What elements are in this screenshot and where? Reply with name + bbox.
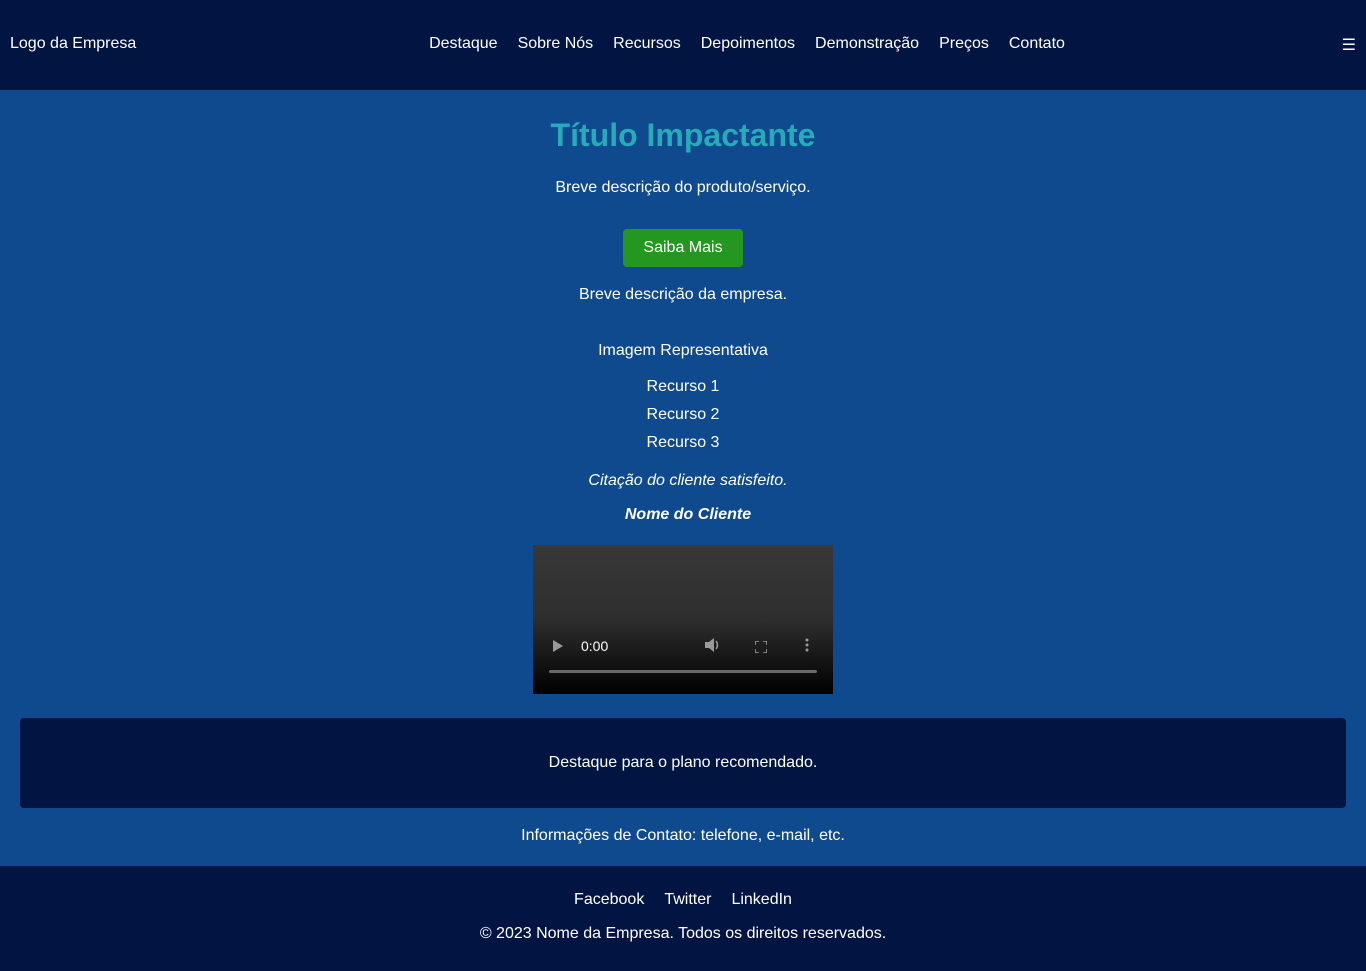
- nav-link-precos[interactable]: Preços: [939, 34, 989, 54]
- feature-item: Recurso 2: [646, 406, 720, 423]
- main-nav: Destaque Sobre Nós Recursos Depoimentos …: [0, 34, 1366, 54]
- contact-info: Informações de Contato: telefone, e-mail…: [521, 827, 845, 844]
- feature-item: Recurso 1: [646, 378, 720, 395]
- main-content: Título Impactante Breve descrição do pro…: [0, 90, 1366, 866]
- nav-link-sobre-nos[interactable]: Sobre Nós: [518, 34, 594, 54]
- demo-video-player[interactable]: 0:00: [533, 545, 833, 694]
- facebook-link[interactable]: Facebook: [574, 890, 644, 910]
- social-links: Facebook Twitter LinkedIn: [0, 890, 1366, 910]
- nav-link-depoimentos[interactable]: Depoimentos: [701, 34, 795, 54]
- twitter-link[interactable]: Twitter: [664, 890, 711, 910]
- fullscreen-icon[interactable]: [754, 640, 768, 654]
- nav-link-recursos[interactable]: Recursos: [613, 34, 681, 54]
- hero-description: Breve descrição do produto/serviço.: [555, 179, 811, 196]
- copyright-text: © 2023 Nome da Empresa. Todos os direito…: [479, 925, 887, 942]
- play-icon[interactable]: [553, 640, 563, 652]
- hero-title: Título Impactante: [550, 117, 816, 153]
- more-vertical-icon[interactable]: [805, 638, 809, 656]
- image-alt-text: Imagem Representativa: [598, 342, 768, 359]
- volume-icon[interactable]: [705, 638, 721, 656]
- saiba-mais-button[interactable]: Saiba Mais: [623, 229, 743, 267]
- pricing-highlight-text: Destaque para o plano recomendado.: [548, 754, 818, 771]
- video-time: 0:00: [581, 638, 609, 654]
- testimonial-client-name: Nome do Cliente: [624, 506, 752, 523]
- features-list: Recurso 1 Recurso 2 Recurso 3: [0, 377, 1366, 461]
- nav-link-demonstracao[interactable]: Demonstração: [815, 34, 919, 54]
- testimonial-quote: Citação do cliente satisfeito.: [588, 472, 788, 489]
- nav-link-destaque[interactable]: Destaque: [429, 34, 498, 54]
- hamburger-menu-icon[interactable]: ☰: [1342, 36, 1356, 56]
- site-footer: Facebook Twitter LinkedIn © 2023 Nome da…: [0, 866, 1366, 971]
- representative-image: Imagem Representativa: [0, 339, 1366, 361]
- logo-alt-text: Logo da Empresa: [10, 35, 137, 52]
- feature-item: Recurso 3: [646, 434, 720, 451]
- company-logo[interactable]: Logo da Empresa: [10, 34, 136, 54]
- video-progress-bar[interactable]: [549, 670, 817, 673]
- pricing-highlight-box: Destaque para o plano recomendado.: [20, 718, 1346, 808]
- nav-link-contato[interactable]: Contato: [1009, 34, 1065, 54]
- site-header: Logo da Empresa Destaque Sobre Nós Recur…: [0, 0, 1366, 90]
- linkedin-link[interactable]: LinkedIn: [731, 890, 792, 910]
- about-description: Breve descrição da empresa.: [578, 286, 788, 303]
